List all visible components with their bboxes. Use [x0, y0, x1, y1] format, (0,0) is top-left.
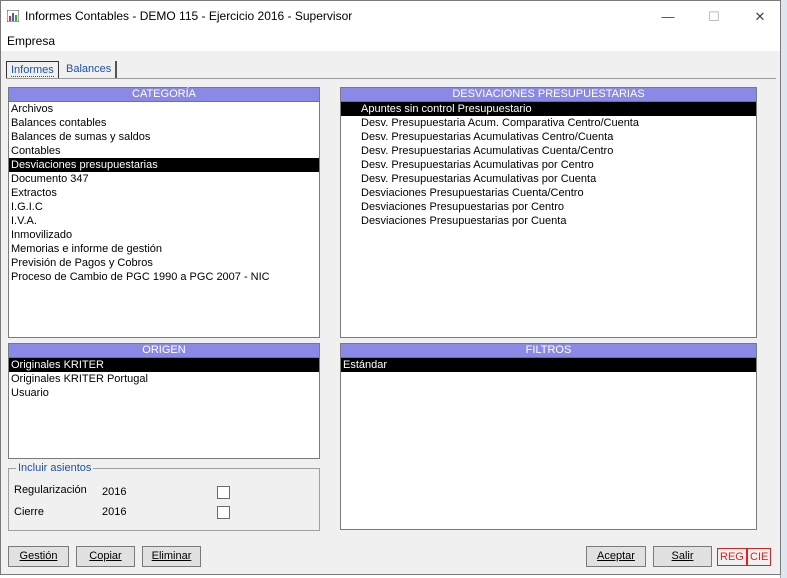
- list-item[interactable]: I.G.I.C: [9, 200, 319, 214]
- categoria-panel: CATEGORÍA Archivos Balances contables Ba…: [8, 87, 320, 338]
- tab-informes[interactable]: Informes: [6, 61, 59, 79]
- menu-empresa[interactable]: Empresa: [7, 34, 55, 48]
- list-item[interactable]: Contables: [9, 144, 319, 158]
- chart-icon: [7, 10, 19, 22]
- aceptar-button[interactable]: Aceptar: [586, 546, 646, 567]
- origen-panel: ORIGEN Originales KRITER Originales KRIT…: [8, 343, 320, 459]
- regularizacion-year: 2016: [102, 486, 127, 498]
- cie-badge: CIE: [747, 548, 772, 566]
- incluir-asientos-legend: Incluir asientos: [16, 462, 94, 474]
- filtros-header: FILTROS: [341, 344, 756, 358]
- list-item-selected[interactable]: Estándar: [341, 358, 756, 372]
- list-item[interactable]: Archivos: [9, 102, 319, 116]
- list-item-selected[interactable]: Desviaciones presupuestarias: [9, 158, 319, 172]
- copiar-button[interactable]: Copiar: [76, 546, 135, 567]
- window-title: Informes Contables - DEMO 115 - Ejercici…: [25, 9, 353, 23]
- list-item[interactable]: Memorias e informe de gestión: [9, 242, 319, 256]
- list-item[interactable]: Balances contables: [9, 116, 319, 130]
- tab-balances[interactable]: Balances: [62, 61, 118, 78]
- list-item-selected[interactable]: Originales KRITER: [9, 358, 319, 372]
- categoria-header: CATEGORÍA: [9, 88, 319, 102]
- reg-badge: REG: [717, 548, 747, 566]
- list-item[interactable]: Previsión de Pagos y Cobros: [9, 256, 319, 270]
- desviaciones-list: Apuntes sin control Presupuestario Desv.…: [341, 102, 756, 228]
- salir-button[interactable]: Salir: [653, 546, 712, 567]
- minimize-icon[interactable]: —: [653, 6, 683, 28]
- desviaciones-header: DESVIACIONES PRESUPUESTARIAS: [341, 88, 756, 102]
- list-item[interactable]: Desv. Presupuestarias Acumulativas por C…: [341, 158, 756, 172]
- list-item[interactable]: Desv. Presupuestarias Acumulativas Centr…: [341, 130, 756, 144]
- regularizacion-checkbox[interactable]: [217, 486, 230, 499]
- filtros-list: Estándar: [341, 358, 756, 372]
- background-window-strip: [780, 0, 787, 578]
- regularizacion-label: Regularización: [14, 484, 87, 496]
- gestion-button[interactable]: Gestión: [8, 546, 69, 567]
- list-item[interactable]: I.V.A.: [9, 214, 319, 228]
- list-item[interactable]: Desviaciones Presupuestarias por Centro: [341, 200, 756, 214]
- origen-header: ORIGEN: [9, 344, 319, 358]
- list-item[interactable]: Inmovilizado: [9, 228, 319, 242]
- categoria-list: Archivos Balances contables Balances de …: [9, 102, 319, 284]
- eliminar-label: Eliminar: [151, 550, 192, 562]
- title-bar[interactable]: Informes Contables - DEMO 115 - Ejercici…: [1, 1, 780, 32]
- salir-label: Salir: [671, 550, 694, 562]
- cierre-year: 2016: [102, 506, 127, 518]
- informes-window: Informes Contables - DEMO 115 - Ejercici…: [0, 0, 781, 575]
- list-item[interactable]: Desv. Presupuestaria Acum. Comparativa C…: [341, 116, 756, 130]
- list-item[interactable]: Balances de sumas y saldos: [9, 130, 319, 144]
- eliminar-button[interactable]: Eliminar: [142, 546, 201, 567]
- tab-informes-label: Informes: [11, 64, 54, 77]
- list-item[interactable]: Desviaciones Presupuestarias Cuenta/Cent…: [341, 186, 756, 200]
- close-icon[interactable]: ✕: [745, 6, 775, 28]
- desviaciones-panel: DESVIACIONES PRESUPUESTARIAS Apuntes sin…: [340, 87, 757, 338]
- incluir-asientos-group: Incluir asientos Regularización 2016 Cie…: [8, 462, 320, 531]
- list-item[interactable]: Desviaciones Presupuestarias por Cuenta: [341, 214, 756, 228]
- list-item[interactable]: Usuario: [9, 386, 319, 400]
- list-item[interactable]: Desv. Presupuestarias Acumulativas por C…: [341, 172, 756, 186]
- tab-divider: [6, 78, 776, 79]
- list-item[interactable]: Desv. Presupuestarias Acumulativas Cuent…: [341, 144, 756, 158]
- list-item-selected[interactable]: Apuntes sin control Presupuestario: [341, 102, 756, 116]
- gestion-label: Gestión: [19, 550, 58, 562]
- list-item[interactable]: Documento 347: [9, 172, 319, 186]
- list-item[interactable]: Originales KRITER Portugal: [9, 372, 319, 386]
- menu-bar: Empresa: [1, 32, 780, 51]
- filtros-panel: FILTROS Estándar: [340, 343, 757, 530]
- aceptar-label: Aceptar: [597, 550, 635, 562]
- maximize-icon[interactable]: ☐: [699, 6, 729, 28]
- list-item[interactable]: Proceso de Cambio de PGC 1990 a PGC 2007…: [9, 270, 319, 284]
- copiar-label: Copiar: [89, 550, 122, 562]
- list-item[interactable]: Extractos: [9, 186, 319, 200]
- origen-list: Originales KRITER Originales KRITER Port…: [9, 358, 319, 400]
- cierre-label: Cierre: [14, 506, 44, 518]
- cierre-checkbox[interactable]: [217, 506, 230, 519]
